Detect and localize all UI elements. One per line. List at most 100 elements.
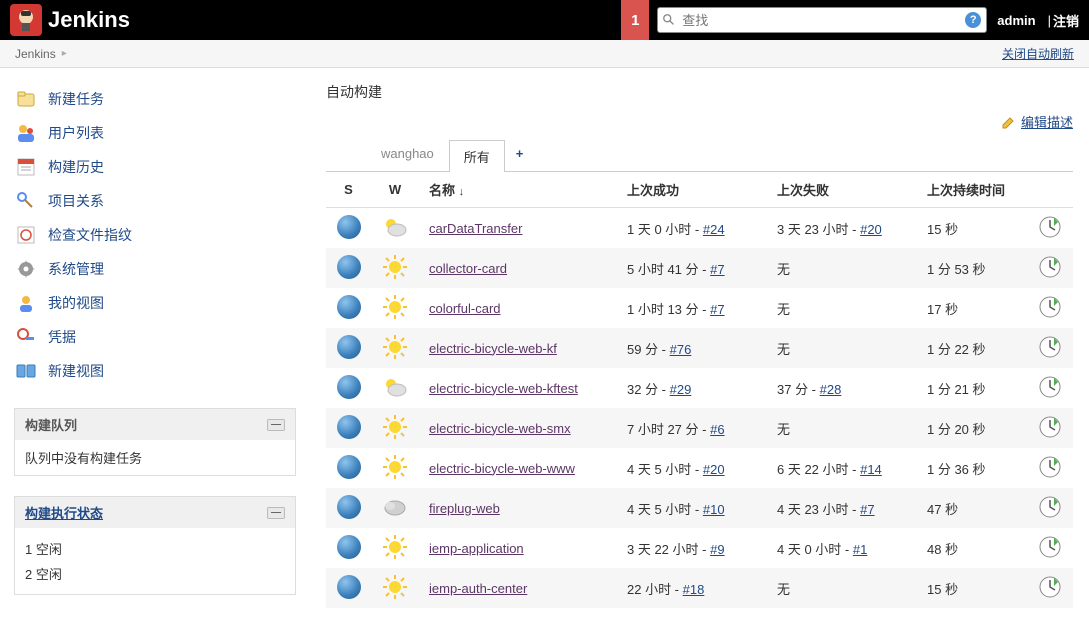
col-status[interactable]: S (326, 172, 371, 208)
job-link[interactable]: electric-bicycle-web-kftest (429, 381, 578, 396)
success-build-link[interactable]: #6 (710, 422, 724, 437)
weather-partly-icon[interactable] (381, 373, 409, 401)
weather-partly-icon[interactable] (381, 213, 409, 241)
success-build-link[interactable]: #76 (670, 342, 692, 357)
logo[interactable]: Jenkins (10, 4, 130, 36)
job-link[interactable]: electric-bicycle-web-smx (429, 421, 571, 436)
edit-description-link[interactable]: 编辑描述 (1001, 112, 1073, 131)
schedule-build-button[interactable] (1037, 534, 1063, 560)
duration-cell: 15 秒 (917, 568, 1027, 608)
job-link[interactable]: electric-bicycle-web-www (429, 461, 575, 476)
duration-cell: 1 分 20 秒 (917, 408, 1027, 448)
job-link[interactable]: colorful-card (429, 301, 501, 316)
schedule-build-button[interactable] (1037, 254, 1063, 280)
col-duration[interactable]: 上次持续时间 (917, 172, 1027, 208)
weather-sun-icon[interactable] (381, 293, 409, 321)
chevron-right-icon: ▸ (62, 48, 67, 59)
status-ball-icon[interactable] (337, 535, 361, 559)
success-build-link[interactable]: #20 (703, 462, 725, 477)
failure-build-link[interactable]: #1 (853, 542, 867, 557)
sidebar-item-my-views[interactable]: 我的视图 (14, 286, 296, 320)
success-build-link[interactable]: #29 (670, 382, 692, 397)
sidebar-item-fingerprint[interactable]: 检查文件指纹 (14, 218, 296, 252)
col-name[interactable]: 名称 ↓ (419, 172, 617, 208)
notification-badge[interactable]: 1 (621, 0, 649, 40)
col-last-success[interactable]: 上次成功 (617, 172, 767, 208)
sidebar-item-manage[interactable]: 系统管理 (14, 252, 296, 286)
job-link[interactable]: iemp-auth-center (429, 581, 527, 596)
main-content: 自动构建 编辑描述 wanghao所有+ S W 名称 ↓ 上次成功 上次失败 … (310, 68, 1089, 622)
weather-sun-icon[interactable] (381, 253, 409, 281)
schedule-build-button[interactable] (1037, 574, 1063, 600)
status-ball-icon[interactable] (337, 495, 361, 519)
build-queue-header: 构建队列 — (15, 409, 295, 440)
table-row: colorful-card1 小时 13 分 - #7无17 秒 (326, 288, 1073, 328)
weather-sun-icon[interactable] (381, 453, 409, 481)
breadcrumb-root[interactable]: Jenkins (15, 47, 56, 61)
my-views-icon (14, 291, 38, 315)
last-failure-cell: 4 天 0 小时 - #1 (767, 528, 917, 568)
schedule-build-button[interactable] (1037, 294, 1063, 320)
weather-sun-icon[interactable] (381, 333, 409, 361)
job-link[interactable]: iemp-application (429, 541, 524, 556)
weather-sun-icon[interactable] (381, 413, 409, 441)
side-menu: 新建任务用户列表构建历史项目关系检查文件指纹系统管理我的视图凭据新建视图 (14, 82, 296, 388)
schedule-build-button[interactable] (1037, 374, 1063, 400)
status-ball-icon[interactable] (337, 415, 361, 439)
status-ball-icon[interactable] (337, 375, 361, 399)
schedule-build-button[interactable] (1037, 494, 1063, 520)
col-weather[interactable]: W (371, 172, 419, 208)
success-build-link[interactable]: #10 (703, 502, 725, 517)
sidebar-item-credentials[interactable]: 凭据 (14, 320, 296, 354)
tab-所有[interactable]: 所有 (449, 140, 505, 172)
success-build-link[interactable]: #18 (683, 582, 705, 597)
weather-sun-icon[interactable] (381, 573, 409, 601)
fingerprint-icon (14, 223, 38, 247)
tab-wanghao[interactable]: wanghao (366, 139, 449, 171)
schedule-build-button[interactable] (1037, 414, 1063, 440)
sidebar-item-relation[interactable]: 项目关系 (14, 184, 296, 218)
failure-build-link[interactable]: #14 (860, 462, 882, 477)
success-build-link[interactable]: #7 (710, 302, 724, 317)
sidebar-item-people[interactable]: 用户列表 (14, 116, 296, 150)
schedule-build-button[interactable] (1037, 454, 1063, 480)
status-ball-icon[interactable] (337, 295, 361, 319)
job-link[interactable]: carDataTransfer (429, 221, 522, 236)
failure-build-link[interactable]: #28 (820, 382, 842, 397)
success-build-link[interactable]: #9 (710, 542, 724, 557)
collapse-button[interactable]: — (267, 419, 285, 431)
weather-sun-icon[interactable] (381, 533, 409, 561)
failure-build-link[interactable]: #20 (860, 222, 882, 237)
success-build-link[interactable]: #24 (703, 222, 725, 237)
sidebar-item-new-view[interactable]: 新建视图 (14, 354, 296, 388)
schedule-build-button[interactable] (1037, 214, 1063, 240)
status-ball-icon[interactable] (337, 335, 361, 359)
weather-cloud-icon[interactable] (381, 493, 409, 521)
add-tab-button[interactable]: + (505, 139, 535, 171)
sidebar-item-new-item[interactable]: 新建任务 (14, 82, 296, 116)
search-input[interactable] (657, 7, 987, 33)
logout-link[interactable]: 注销 (1053, 11, 1079, 30)
job-link[interactable]: electric-bicycle-web-kf (429, 341, 557, 356)
status-ball-icon[interactable] (337, 215, 361, 239)
schedule-build-button[interactable] (1037, 334, 1063, 360)
job-link[interactable]: fireplug-web (429, 501, 500, 516)
status-ball-icon[interactable] (337, 255, 361, 279)
sidebar-item-label: 构建历史 (48, 157, 104, 177)
sidebar-item-history[interactable]: 构建历史 (14, 150, 296, 184)
success-build-link[interactable]: #7 (710, 262, 724, 277)
manage-icon (14, 257, 38, 281)
new-item-icon (14, 87, 38, 111)
job-link[interactable]: collector-card (429, 261, 507, 276)
user-link[interactable]: admin (997, 13, 1035, 28)
auto-refresh-toggle[interactable]: 关闭自动刷新 (1002, 45, 1074, 62)
table-row: fireplug-web4 天 5 小时 - #104 天 23 小时 - #7… (326, 488, 1073, 528)
sidebar-item-label: 新建任务 (48, 89, 104, 109)
status-ball-icon[interactable] (337, 455, 361, 479)
executor-box: 构建执行状态 — 1 空闲2 空闲 (14, 496, 296, 595)
executor-title[interactable]: 构建执行状态 (25, 503, 103, 522)
col-last-failure[interactable]: 上次失败 (767, 172, 917, 208)
collapse-button[interactable]: — (267, 507, 285, 519)
failure-build-link[interactable]: #7 (860, 502, 874, 517)
status-ball-icon[interactable] (337, 575, 361, 599)
